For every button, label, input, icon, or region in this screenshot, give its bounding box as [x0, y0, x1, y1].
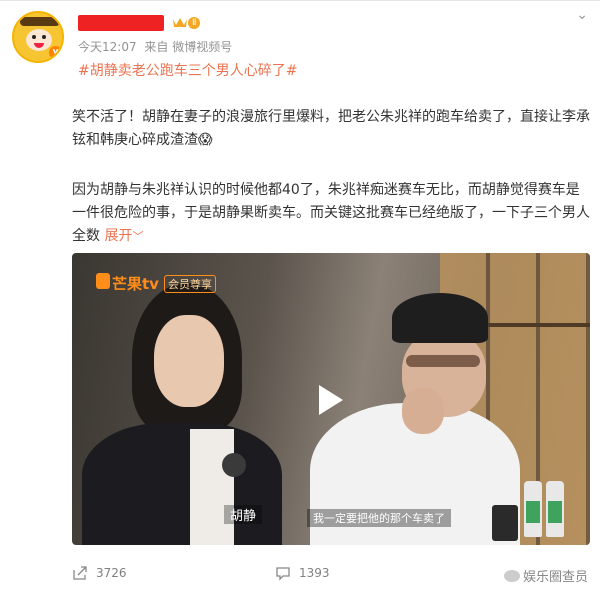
woman-figure-shirt: [190, 429, 234, 545]
watermark: 娱乐圈查员: [503, 566, 588, 585]
member-level-badge: Ⅱ: [188, 17, 201, 29]
video-name-caption: 胡静: [224, 505, 263, 524]
share-button[interactable]: 3726: [72, 565, 127, 581]
woman-figure-face: [154, 315, 224, 407]
bottle-icon: [524, 481, 542, 537]
chevron-down-icon[interactable]: ⌄: [576, 7, 588, 23]
verified-v-icon: v: [49, 46, 62, 59]
man-figure-hand: [402, 388, 444, 434]
author-avatar[interactable]: v: [12, 11, 64, 63]
comment-button[interactable]: 1393: [275, 565, 330, 581]
post-text-paragraph: 笑不活了！胡静在妻子的浪漫旅行里爆料，把老公朱兆祥的跑车给卖了，直接让李承铉和韩…: [72, 109, 590, 148]
bottle-icon: [546, 481, 564, 537]
avatar-hat-band: [20, 17, 60, 26]
chevron-down-icon: ﹀: [132, 230, 144, 243]
video-subtitle: 我一定要把他的那个车卖了: [307, 509, 451, 527]
author-name-redacted[interactable]: [78, 15, 164, 31]
comment-count: 1393: [299, 566, 330, 580]
avatar-eye: [42, 35, 46, 39]
weibo-post-card: v Ⅱ ⌄ 今天12:07 来自 微博视频号 #胡静卖老公跑车三个男人心碎了# …: [0, 0, 600, 593]
post-text-paragraph-body: 因为胡静与朱兆祥认识的时候他都40了，朱兆祥痴迷赛车无比，而胡静觉得赛车是一件很…: [72, 182, 590, 244]
weibo-logo-icon: [503, 570, 520, 582]
video-player[interactable]: 芒果tv 会员尊享 胡静 我一定要把他的那个车卖了: [72, 253, 590, 545]
mango-tv-logo-icon: [96, 273, 110, 289]
avatar-eye: [32, 35, 36, 39]
share-count: 3726: [96, 566, 127, 580]
play-icon[interactable]: [319, 385, 343, 415]
bottle-label: [526, 501, 540, 523]
bottle-label: [548, 501, 562, 523]
post-source: 来自 微博视频号: [144, 40, 233, 54]
expand-label: 展开: [104, 228, 133, 244]
share-icon: [73, 566, 87, 580]
expand-link[interactable]: 展开﹀: [104, 228, 143, 244]
watermark-text: 娱乐圈查员: [522, 570, 588, 585]
post-meta: 今天12:07 来自 微博视频号: [78, 38, 236, 55]
post-time[interactable]: 今天12:07: [78, 40, 137, 54]
comment-icon: [276, 567, 290, 581]
crown-icon: [173, 18, 187, 27]
channel-member-tag: 会员尊享: [164, 275, 216, 293]
post-text-paragraph: 因为胡静与朱兆祥认识的时候他都40了，朱兆祥痴迷赛车无比，而胡静觉得赛车是一件很…: [72, 179, 592, 248]
man-figure-cap: [392, 293, 488, 343]
channel-logo-text: 芒果tv: [112, 275, 159, 293]
man-figure-glasses: [406, 355, 480, 367]
woman-figure-jacket: [82, 423, 282, 545]
microphone-icon: [222, 453, 246, 477]
hashtag-topic-link[interactable]: #胡静卖老公跑车三个男人心碎了#: [78, 60, 297, 80]
camera-icon: [492, 505, 518, 541]
